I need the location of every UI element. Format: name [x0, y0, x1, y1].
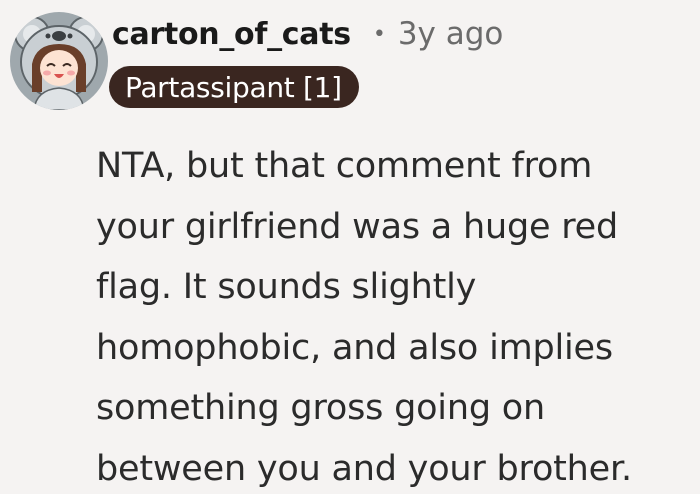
timestamp[interactable]: 3y ago	[398, 16, 504, 52]
comment-text-line: flag. It sounds slightly	[96, 267, 477, 307]
avatar[interactable]	[10, 12, 108, 110]
meta-separator: •	[372, 21, 386, 47]
comment-text-line: homophobic, and also implies	[96, 327, 613, 368]
comment-header: carton_of_cats • 3y ago	[112, 12, 503, 56]
koala-hood-avatar-icon	[10, 12, 108, 110]
user-flair-label: Partassipant [1]	[125, 70, 342, 104]
comment-text-line: something gross going on	[96, 388, 545, 428]
comment-text-line: between you and your brother.	[96, 448, 632, 489]
comment-text-line: NTA, but that comment from	[96, 146, 593, 186]
username-link[interactable]: carton_of_cats	[112, 17, 351, 52]
comment-text-line: your girlfriend was a huge red	[96, 206, 618, 247]
user-flair-badge: Partassipant [1]	[109, 66, 359, 108]
comment-body: NTA, but that comment from your girlfrie…	[96, 136, 696, 494]
